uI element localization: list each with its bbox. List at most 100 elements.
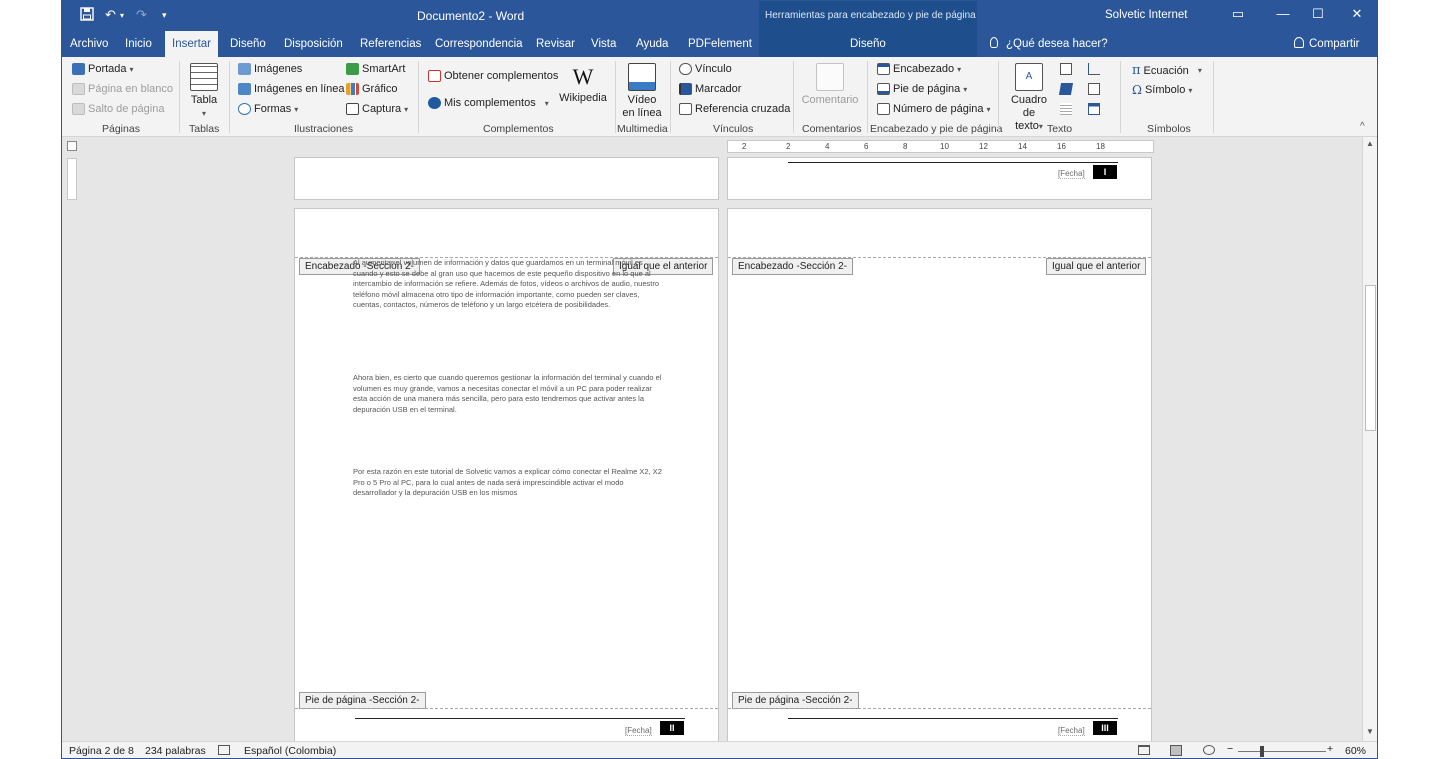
page-count[interactable]: Página 2 de 8 — [69, 745, 134, 757]
zoom-slider-knob[interactable] — [1260, 746, 1265, 757]
share-button[interactable]: Compartir — [1294, 31, 1359, 57]
formas-button[interactable]: Formas ▾ — [238, 103, 298, 115]
encabezado-button[interactable]: Encabezado ▾ — [877, 63, 961, 75]
vertical-scrollbar[interactable]: ▲ ▼ — [1362, 137, 1377, 741]
ruler-tick: 14 — [1018, 142, 1027, 151]
undo-icon[interactable]: ↶ — [105, 7, 116, 23]
close-icon[interactable]: ✕ — [1347, 6, 1367, 22]
tabla-button[interactable]: Tabla ▾ — [189, 63, 219, 120]
referencia-cruzada-button[interactable]: Referencia cruzada — [679, 103, 790, 115]
captura-button[interactable]: Captura ▾ — [346, 103, 408, 115]
group-separator — [998, 61, 999, 133]
ecuacion-button[interactable]: π Ecuación ▾ — [1132, 63, 1202, 78]
footer-section-tag: Pie de página -Sección 2- — [299, 692, 426, 709]
paragraph[interactable]: Al aumentar el volumen de información y … — [353, 258, 663, 311]
fecha-field[interactable]: [Fecha] — [625, 726, 652, 736]
zoom-in-icon[interactable]: + — [1327, 743, 1333, 755]
page-number-field[interactable]: III — [1093, 721, 1117, 735]
tab-inicio[interactable]: Inicio — [118, 31, 159, 57]
my-addins-icon — [428, 97, 441, 109]
group-label-complementos: Complementos — [483, 123, 554, 135]
referencia-cruzada-label: Referencia cruzada — [695, 103, 791, 115]
paragraph[interactable]: Por esta razón en este tutorial de Solve… — [353, 467, 663, 499]
tab-diseno-encabezado[interactable]: Diseño — [843, 31, 893, 57]
tab-disposicion[interactable]: Disposición — [277, 31, 350, 57]
text-box-icon: A — [1015, 63, 1043, 91]
zoom-out-icon[interactable]: − — [1227, 743, 1233, 755]
table-icon — [190, 63, 218, 91]
user-name[interactable]: Solvetic Internet — [1105, 9, 1187, 21]
word-count[interactable]: 234 palabras — [145, 745, 206, 757]
customize-toolbar-icon[interactable]: ▾ — [162, 10, 167, 21]
mis-complementos-button[interactable]: Mis complementos ▾ — [428, 97, 549, 109]
tab-referencias[interactable]: Referencias — [353, 31, 428, 57]
obtener-complementos-button[interactable]: Obtener complementos — [428, 70, 558, 82]
numero-de-pagina-button[interactable]: Número de página ▾ — [877, 103, 991, 115]
tab-correspondencia[interactable]: Correspondencia — [428, 31, 530, 57]
object-icon[interactable] — [1088, 103, 1100, 115]
scroll-down-icon[interactable]: ▼ — [1366, 727, 1374, 736]
search-box[interactable]: ¿Qué desea hacer? — [990, 31, 1108, 57]
group-separator — [179, 61, 180, 133]
signature-line-icon[interactable] — [1088, 63, 1100, 75]
wordart-icon[interactable] — [1058, 83, 1074, 95]
tab-ayuda[interactable]: Ayuda — [629, 31, 675, 57]
vinculo-label: Vínculo — [695, 63, 732, 75]
quick-parts-icon[interactable] — [1060, 63, 1072, 75]
page-number-field[interactable]: II — [660, 721, 684, 735]
vertical-ruler[interactable] — [67, 158, 77, 200]
zoom-slider[interactable] — [1238, 751, 1326, 752]
salto-de-pagina-label: Salto de página — [88, 103, 165, 115]
portada-button[interactable]: Portada ▾ — [72, 63, 134, 75]
tab-revisar[interactable]: Revisar — [529, 31, 582, 57]
drop-cap-icon[interactable] — [1060, 103, 1072, 115]
scrollbar-thumb[interactable] — [1365, 285, 1376, 431]
smartart-button[interactable]: SmartArt — [346, 63, 405, 75]
video-en-linea-button[interactable]: Vídeo en línea — [622, 63, 662, 120]
language[interactable]: Español (Colombia) — [244, 745, 336, 757]
imagenes-button[interactable]: Imágenes — [238, 63, 302, 75]
wikipedia-button[interactable]: W Wikipedia — [558, 65, 608, 105]
tab-pdfelement[interactable]: PDFelement — [681, 31, 759, 57]
pie-de-pagina-button[interactable]: Pie de página ▾ — [877, 83, 967, 95]
scroll-up-icon[interactable]: ▲ — [1366, 139, 1374, 148]
date-time-icon[interactable] — [1088, 83, 1100, 95]
tab-insertar[interactable]: Insertar — [165, 31, 218, 57]
fecha-field[interactable]: [Fecha] — [1058, 726, 1085, 736]
proofing-icon[interactable] — [218, 745, 230, 758]
word-window: ↶ ▾ ↷ ▾ Documento2 - Word Herramientas p… — [61, 0, 1378, 759]
minimize-icon[interactable]: — — [1273, 6, 1293, 21]
fecha-field[interactable]: [Fecha] — [1058, 169, 1085, 179]
collapse-ribbon-icon[interactable]: ^ — [1360, 121, 1365, 132]
imagenes-en-linea-button[interactable]: Imágenes en línea — [238, 83, 345, 95]
marcador-button[interactable]: Marcador — [679, 83, 741, 95]
tab-selector[interactable] — [67, 141, 77, 151]
page-2[interactable]: Encabezado -Sección 2- Igual que el ante… — [294, 208, 719, 748]
undo-dropdown-icon[interactable]: ▾ — [120, 11, 124, 20]
print-layout-icon[interactable] — [1170, 745, 1182, 758]
captura-label: Captura — [362, 103, 402, 115]
blank-page-icon — [72, 83, 85, 95]
grafico-button[interactable]: Gráfico — [346, 83, 397, 95]
cuadro-label-2: texto — [1015, 120, 1039, 132]
page-3[interactable]: Encabezado -Sección 2- Igual que el ante… — [727, 208, 1152, 748]
zoom-level[interactable]: 60% — [1345, 745, 1366, 757]
pie-de-pagina-label: Pie de página — [893, 83, 961, 95]
paragraph[interactable]: Ahora bien, es cierto que cuando queremo… — [353, 373, 663, 415]
tab-archivo[interactable]: Archivo — [63, 31, 115, 57]
save-icon[interactable] — [80, 7, 94, 24]
read-mode-icon[interactable] — [1138, 745, 1150, 758]
maximize-icon[interactable]: ☐ — [1308, 6, 1328, 22]
ribbon-display-icon[interactable]: ▭ — [1228, 6, 1248, 22]
group-label-vinculos: Vínculos — [713, 123, 754, 135]
ruler-tick: 6 — [864, 142, 869, 151]
group-separator — [418, 61, 419, 133]
page-number-field[interactable]: I — [1093, 165, 1117, 179]
tab-diseno[interactable]: Diseño — [223, 31, 273, 57]
status-bar: Página 2 de 8 234 palabras Español (Colo… — [62, 741, 1377, 758]
simbolo-button[interactable]: Ω Símbolo ▾ — [1132, 83, 1192, 97]
web-layout-icon[interactable] — [1203, 745, 1215, 758]
vinculo-button[interactable]: Vínculo — [679, 63, 732, 75]
horizontal-ruler[interactable]: 2 2 4 6 8 10 12 14 16 18 — [727, 140, 1154, 153]
tab-vista[interactable]: Vista — [584, 31, 623, 57]
